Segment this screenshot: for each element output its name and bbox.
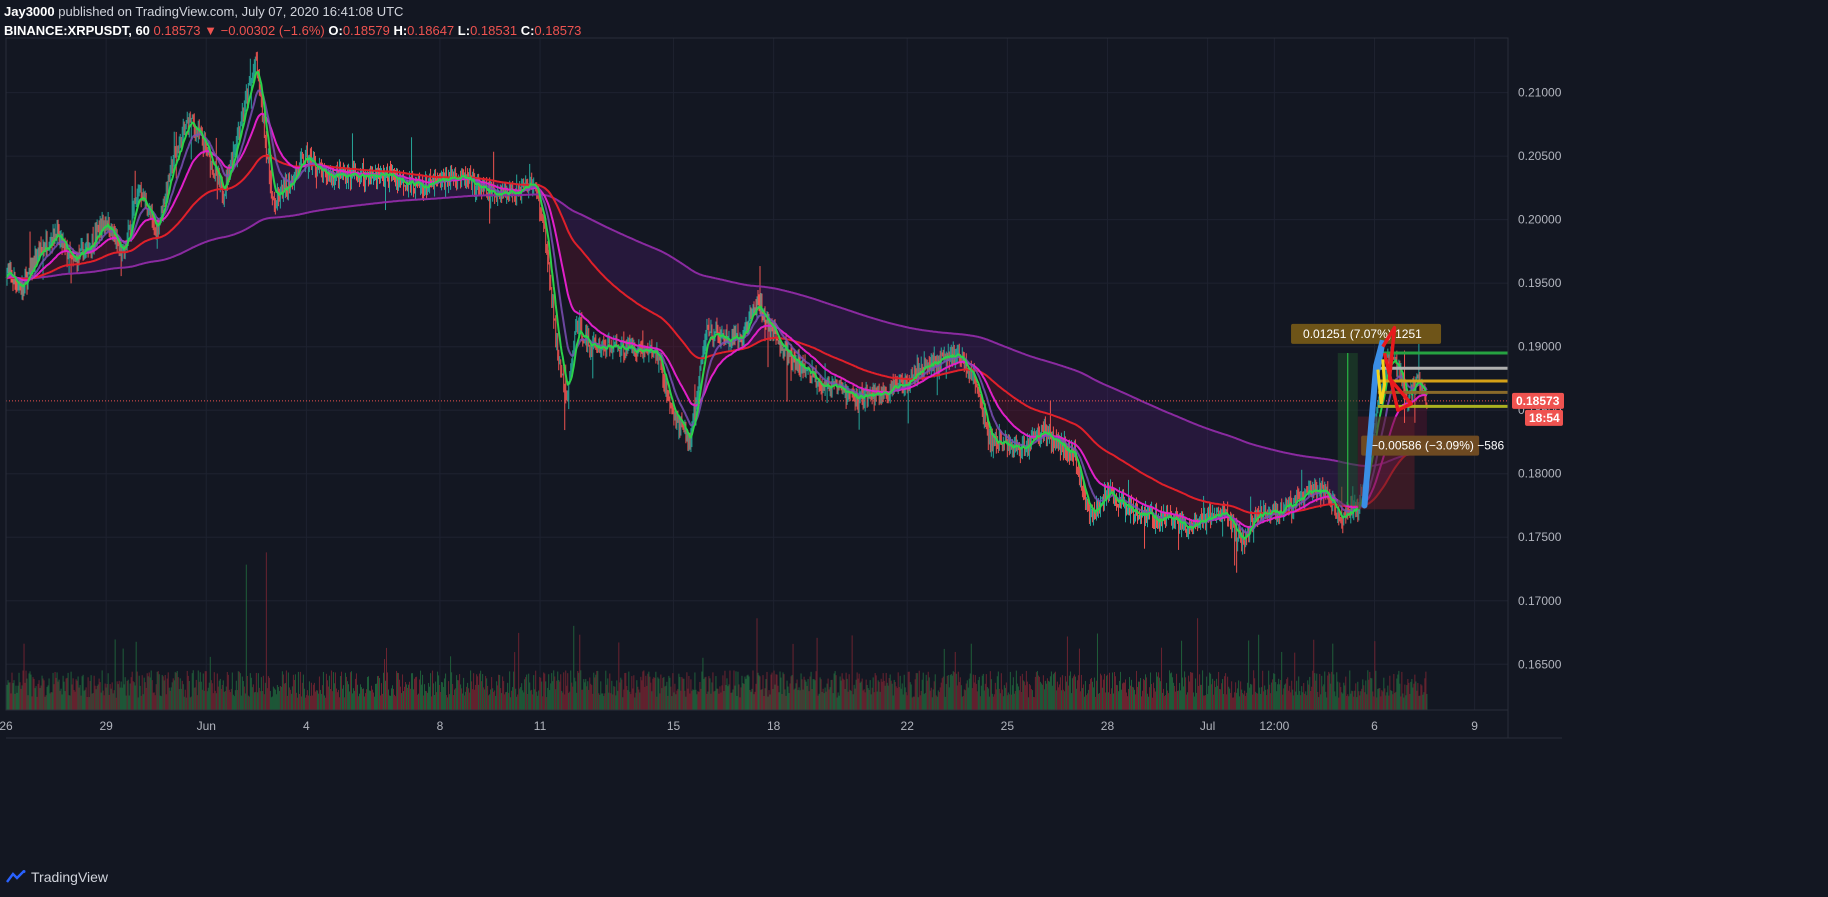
time-tick-label: Jul xyxy=(1200,719,1215,733)
time-tick-label: 29 xyxy=(99,719,113,733)
price-change: −0.00302 (−1.6%) xyxy=(220,23,325,38)
chart-grid xyxy=(5,38,1508,710)
time-tick-label: 28 xyxy=(1101,719,1115,733)
brand-name: TradingView xyxy=(31,869,109,885)
last-price: 0.18573 xyxy=(153,23,201,38)
time-tick-label: 15 xyxy=(667,719,681,733)
price-tick-label: 0.19500 xyxy=(1518,276,1562,290)
plot-border xyxy=(5,37,1509,711)
price-tick-label: 0.20000 xyxy=(1518,213,1562,227)
time-tick-label: 25 xyxy=(1001,719,1015,733)
chart-header: Jay3000 published on TradingView.com, Ju… xyxy=(4,2,581,40)
price-chart[interactable]: 0.01251 (7.07%) 1251 −0.00586 (−3.09%) −5… xyxy=(0,0,1828,897)
time-tick-label: 22 xyxy=(901,719,915,733)
down-arrow-icon: ▼ xyxy=(204,23,218,38)
time-tick-label: 18 xyxy=(767,719,781,733)
long-label: 0.01251 (7.07%) 1251 xyxy=(1303,327,1422,341)
low-label: L: xyxy=(457,23,471,38)
time-tick-label: 26 xyxy=(0,719,13,733)
close-value: 0.18573 xyxy=(534,23,582,38)
time-tick-label: 6 xyxy=(1371,719,1378,733)
open-label: O: xyxy=(328,23,343,38)
price-tick-label: 0.16500 xyxy=(1518,657,1562,671)
volume-bars xyxy=(5,552,1428,710)
time-tick-label: 4 xyxy=(303,719,310,733)
high-value: 0.18647 xyxy=(407,23,455,38)
price-tick-label: 0.21000 xyxy=(1518,86,1562,100)
price-tick-label: 0.18000 xyxy=(1518,467,1562,481)
low-value: 0.18531 xyxy=(470,23,518,38)
price-tick-label: 0.17000 xyxy=(1518,594,1562,608)
countdown-tag-label: 18:54 xyxy=(1529,411,1560,425)
time-tick-label: 11 xyxy=(534,719,547,733)
tradingview-logo-icon xyxy=(6,870,26,883)
author-name[interactable]: Jay3000 xyxy=(4,4,55,19)
short-label: −0.00586 (−3.09%) −586 xyxy=(1371,439,1504,453)
published-text: published on TradingView.com, July 07, 2… xyxy=(58,4,404,19)
price-tick-label: 0.20500 xyxy=(1518,149,1562,163)
time-tick-label: Jun xyxy=(197,719,216,733)
time-tick-label: 12:00 xyxy=(1259,719,1289,733)
price-tick-label: 0.17500 xyxy=(1518,530,1562,544)
open-value: 0.18579 xyxy=(342,23,390,38)
time-tick-label: 8 xyxy=(437,719,444,733)
close-label: C: xyxy=(520,23,535,38)
price-tick-label: 0.19000 xyxy=(1518,340,1562,354)
high-label: H: xyxy=(393,23,408,38)
symbol-label[interactable]: BINANCE:XRPUSDT, 60 xyxy=(4,23,150,38)
time-tick-label: 9 xyxy=(1471,719,1478,733)
last-price-tag-label: 0.18573 xyxy=(1516,394,1560,408)
tradingview-footer[interactable]: TradingView xyxy=(6,866,108,888)
